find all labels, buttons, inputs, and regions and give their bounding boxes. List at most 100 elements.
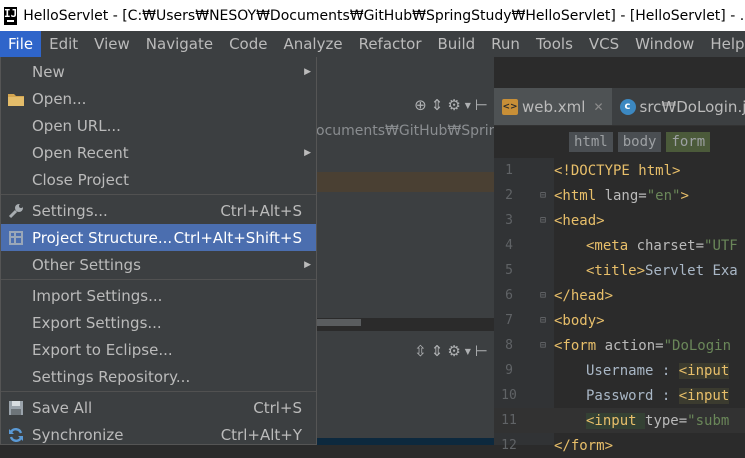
line-number: 11 [501,413,517,428]
code-line: 4 <meta charset="UTF [494,233,745,258]
fold-icon[interactable]: ⊟ [540,215,554,226]
code-text: <title>Servlet Exa [586,262,738,279]
bottom-toolbar: ⇳ ⇕ ⚙ ▼ ⊢ [316,336,494,366]
menu-item-close-project[interactable]: Close Project [1,166,316,193]
menu-tools[interactable]: Tools [528,31,581,57]
fold-icon[interactable]: ⊟ [540,315,554,326]
menu-vcs[interactable]: VCS [581,31,627,57]
code-line: 10 Password : <input [494,383,745,408]
code-line: 1 <!DOCTYPE html> [494,158,745,183]
locate-icon[interactable]: ⊕ [414,96,427,114]
save-icon [7,399,25,417]
tab-dologin[interactable]: c src₩DoLogin.jav [612,88,745,125]
intellij-logo-icon: IJ [4,6,18,25]
menu-run[interactable]: Run [483,31,528,57]
code-line: 7 ⊟ <body> [494,308,745,333]
gear-icon[interactable]: ⚙ [447,96,460,114]
line-number: 12 [501,438,517,453]
code-text: <head> [554,212,605,229]
code-text: </form> [554,437,614,454]
menu-item-settings[interactable]: Settings... Ctrl+Alt+S [1,197,316,224]
menu-navigate[interactable]: Navigate [138,31,221,57]
code-line: 9 Username : <input [494,358,745,383]
title-bar: IJ HelloServlet - [C:₩Users₩NESOY₩Docume… [0,0,745,31]
code-text: <body> [554,312,605,329]
submenu-arrow-icon: ▶ [304,259,311,270]
selected-bottom-row[interactable] [316,438,494,445]
breadcrumb-body[interactable]: body [617,132,662,152]
collapse-icon[interactable]: ⇕ [431,342,444,360]
project-toolbar: ⊕ ⇕ ⚙ ▼ ⊢ [316,90,494,120]
fold-icon[interactable]: ⊟ [540,290,554,301]
line-number: 4 [505,238,513,253]
menu-item-export-settings[interactable]: Export Settings... [1,309,316,336]
fold-icon[interactable]: ⊟ [540,190,554,201]
close-icon[interactable]: ✕ [593,100,603,114]
menu-view[interactable]: View [86,31,138,57]
code-line: 5 <title>Servlet Exa [494,258,745,283]
menu-edit[interactable]: Edit [41,31,86,57]
hide-panel-icon[interactable]: ⊢ [475,342,488,360]
menu-item-open[interactable]: Open... [1,85,316,112]
menu-window[interactable]: Window [627,31,702,57]
code-text: <input type="subm [586,412,730,429]
menu-refactor[interactable]: Refactor [351,31,430,57]
gear-icon[interactable]: ⚙ [447,342,460,360]
code-text: Username : <input [586,362,730,379]
menu-item-new[interactable]: New ▶ [1,58,316,85]
wrench-icon [7,202,25,220]
code-text: <meta charset="UTF [586,237,738,254]
menu-analyze[interactable]: Analyze [275,31,350,57]
code-text: <html lang="en"> [554,187,689,204]
code-line: 2 ⊟ <html lang="en"> [494,183,745,208]
menu-separator [1,194,316,195]
code-line: 8 ⊟ <form action="DoLogin [494,333,745,358]
line-number: 1 [505,163,513,178]
java-class-icon: c [619,98,636,115]
expand-icon[interactable]: ⇳ [414,342,427,360]
breadcrumb-form[interactable]: form [666,132,711,152]
menu-build[interactable]: Build [430,31,484,57]
menu-item-import-settings[interactable]: Import Settings... [1,282,316,309]
project-structure-icon [7,229,25,247]
line-number: 10 [501,388,517,403]
chevron-down-icon[interactable]: ▼ [465,101,471,110]
hide-panel-icon[interactable]: ⊢ [475,96,488,114]
menu-item-save-all[interactable]: Save All Ctrl+S [1,394,316,421]
line-number: 8 [505,338,513,353]
window-title: HelloServlet - [C:₩Users₩NESOY₩Documents… [23,7,745,24]
folder-icon [7,90,25,108]
sync-icon [7,426,25,444]
tab-web-xml[interactable]: <> web.xml ✕ [494,88,612,125]
fold-icon[interactable]: ⊟ [540,340,554,351]
code-line-current: 11 <input type="subm [494,408,745,433]
breadcrumb-html[interactable]: html [569,132,613,152]
menu-code[interactable]: Code [221,31,275,57]
selected-tree-row[interactable] [316,172,494,192]
submenu-arrow-icon: ▶ [304,147,311,158]
line-number: 7 [505,313,513,328]
line-number: 9 [505,363,513,378]
collapse-icon[interactable]: ⇕ [431,96,444,114]
menu-file[interactable]: File [0,31,42,57]
menu-help[interactable]: Help [702,31,745,57]
submenu-arrow-icon: ▶ [304,66,311,77]
code-text: </head> [554,287,614,304]
chevron-down-icon[interactable]: ▼ [465,347,471,356]
menu-item-open-url[interactable]: Open URL... [1,112,316,139]
menu-item-other-settings[interactable]: Other Settings ▶ [1,251,316,278]
menu-separator [1,391,316,392]
line-number: 6 [505,288,513,303]
project-path: ocuments₩GitHub₩Sprin [316,123,494,139]
menu-item-synchronize[interactable]: Synchronize Ctrl+Alt+Y [1,421,316,448]
code-text: <form action="DoLogin [554,337,732,354]
menu-item-open-recent[interactable]: Open Recent ▶ [1,139,316,166]
menu-item-export-eclipse[interactable]: Export to Eclipse... [1,336,316,363]
code-line: 6 ⊟ </head> [494,283,745,308]
file-menu-dropdown: New ▶ Open... Open URL... Open Recent ▶ … [0,57,317,445]
tab-label: src₩DoLogin.jav [639,97,745,116]
scrollbar-thumb[interactable] [316,319,361,326]
line-number: 3 [505,213,513,228]
menu-item-project-structure[interactable]: Project Structure... Ctrl+Alt+Shift+S [1,224,316,251]
menu-item-settings-repository[interactable]: Settings Repository... [1,363,316,390]
